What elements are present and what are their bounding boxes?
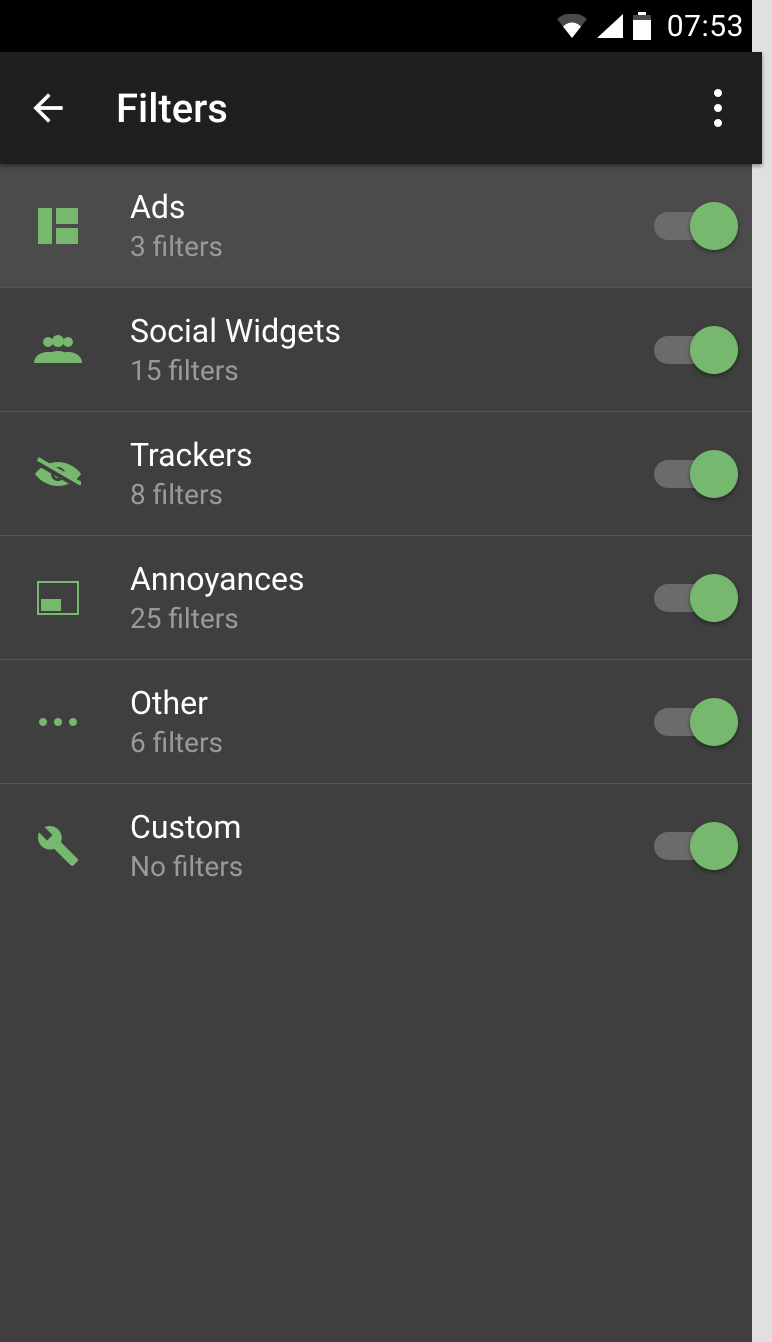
status-time: 07:53 xyxy=(667,9,744,44)
filter-category-title: Trackers xyxy=(130,435,654,475)
wrench-icon xyxy=(28,816,88,876)
filter-category-labels: Ads 3 filters xyxy=(130,187,654,265)
filter-category-subtitle: 25 filters xyxy=(130,601,654,637)
dots-icon xyxy=(28,692,88,752)
scrollbar-gutter xyxy=(752,0,762,1342)
battery-icon xyxy=(633,12,651,40)
filter-category-annoyances[interactable]: Annoyances 25 filters xyxy=(0,536,762,660)
filter-category-labels: Annoyances 25 filters xyxy=(130,559,654,637)
filter-category-trackers[interactable]: Trackers 8 filters xyxy=(0,412,762,536)
dashboard-icon xyxy=(28,196,88,256)
filter-category-subtitle: 15 filters xyxy=(130,353,654,389)
status-bar: 07:53 xyxy=(0,0,762,52)
app-screen: 07:53 Filters xyxy=(0,0,762,1342)
back-button[interactable] xyxy=(20,80,76,136)
filter-category-ads[interactable]: Ads 3 filters xyxy=(0,164,762,288)
filter-category-title: Other xyxy=(130,683,654,723)
filter-category-title: Ads xyxy=(130,187,654,227)
overflow-menu-button[interactable] xyxy=(694,80,742,136)
arrow-back-icon xyxy=(26,86,70,130)
filter-toggle-social-widgets[interactable] xyxy=(654,328,734,372)
filter-category-subtitle: No filters xyxy=(130,849,654,885)
filter-category-subtitle: 8 filters xyxy=(130,477,654,513)
filter-category-labels: Custom No filters xyxy=(130,807,654,885)
filter-category-subtitle: 3 filters xyxy=(130,229,654,265)
filter-category-labels: Social Widgets 15 filters xyxy=(130,311,654,389)
cellular-icon xyxy=(597,14,623,38)
people-icon xyxy=(28,320,88,380)
filter-toggle-custom[interactable] xyxy=(654,824,734,868)
filter-category-title: Social Widgets xyxy=(130,311,654,351)
window-icon xyxy=(28,568,88,628)
filter-category-labels: Other 6 filters xyxy=(130,683,654,761)
more-vert-icon xyxy=(713,88,723,128)
filter-category-title: Custom xyxy=(130,807,654,847)
filter-category-labels: Trackers 8 filters xyxy=(130,435,654,513)
filter-category-subtitle: 6 filters xyxy=(130,725,654,761)
filter-category-social-widgets[interactable]: Social Widgets 15 filters xyxy=(0,288,762,412)
filter-toggle-ads[interactable] xyxy=(654,204,734,248)
filter-toggle-other[interactable] xyxy=(654,700,734,744)
filter-category-title: Annoyances xyxy=(130,559,654,599)
page-title: Filters xyxy=(116,85,694,132)
filter-category-list: Ads 3 filters Social Widgets xyxy=(0,164,762,1342)
filter-toggle-trackers[interactable] xyxy=(654,452,734,496)
filter-category-custom[interactable]: Custom No filters xyxy=(0,784,762,908)
filter-category-other[interactable]: Other 6 filters xyxy=(0,660,762,784)
wifi-icon xyxy=(557,14,587,38)
eye-off-icon xyxy=(28,444,88,504)
filter-toggle-annoyances[interactable] xyxy=(654,576,734,620)
app-bar: Filters xyxy=(0,52,762,164)
